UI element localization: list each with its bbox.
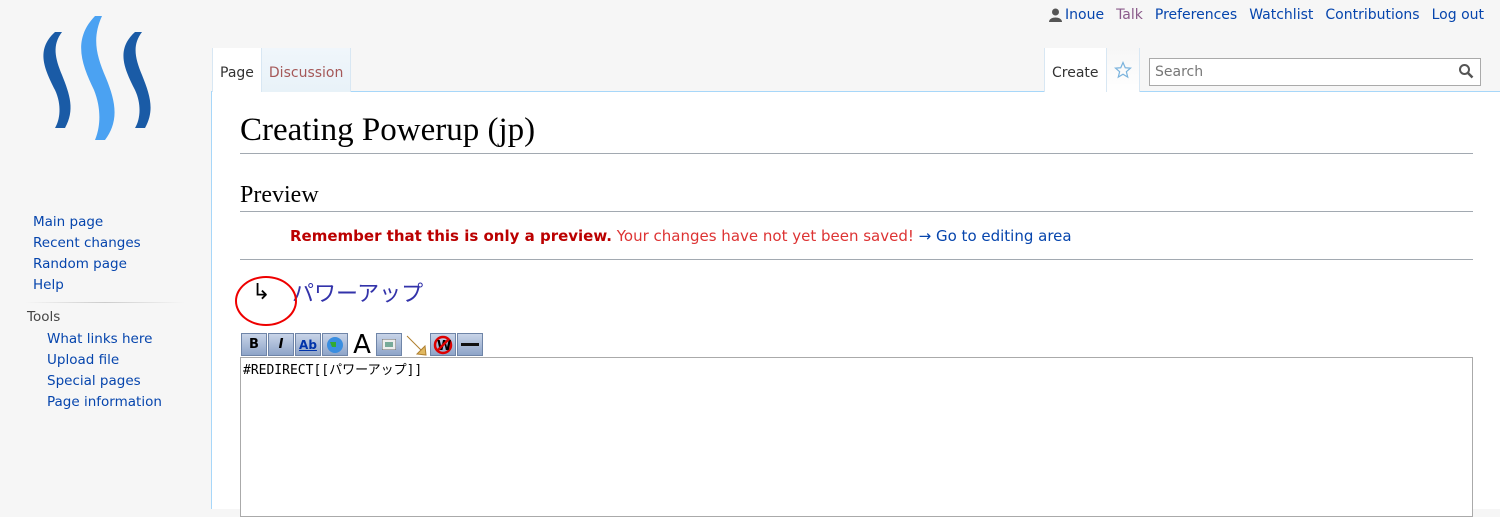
globe-icon: [327, 336, 343, 353]
preview-warning: Remember that this is only a preview. Yo…: [290, 227, 1072, 245]
namespace-tabs: Page Discussion: [212, 48, 352, 92]
svg-text:W: W: [437, 339, 451, 354]
horizontal-line-button[interactable]: [457, 333, 483, 356]
image-button[interactable]: [376, 333, 402, 356]
sidebar-item-special-pages[interactable]: Special pages: [0, 371, 205, 392]
tab-create[interactable]: Create: [1044, 48, 1106, 92]
redirect-target-link[interactable]: パワーアップ: [292, 276, 423, 308]
view-tabs: Create: [1044, 48, 1140, 92]
page-title: Creating Powerup (jp): [240, 112, 1473, 154]
site-logo[interactable]: [30, 10, 170, 150]
tab-discussion[interactable]: Discussion: [260, 48, 352, 92]
sidebar-item-random-page[interactable]: Random page: [0, 254, 205, 275]
sidebar: Main page Recent changes Random page Hel…: [0, 212, 205, 413]
headline-button[interactable]: A: [349, 330, 375, 360]
bold-button[interactable]: B: [241, 333, 267, 356]
external-link-button[interactable]: [322, 333, 348, 356]
sidebar-item-main-page[interactable]: Main page: [0, 212, 205, 233]
internal-link-button[interactable]: Ab: [295, 333, 321, 356]
contributions-link[interactable]: Contributions: [1325, 7, 1419, 23]
divider: [240, 259, 1473, 260]
edit-toolbar: B I Ab A W: [241, 330, 483, 360]
sidebar-item-page-information[interactable]: Page information: [0, 392, 205, 413]
sidebar-item-help[interactable]: Help: [0, 275, 205, 296]
sidebar-item-what-links-here[interactable]: What links here: [0, 329, 205, 350]
preferences-link[interactable]: Preferences: [1155, 7, 1237, 23]
divider: [25, 302, 185, 303]
media-button[interactable]: [403, 333, 429, 356]
sidebar-item-upload-file[interactable]: Upload file: [0, 350, 205, 371]
horn-icon: [406, 335, 427, 356]
preview-heading: Preview: [240, 182, 1473, 212]
logout-link[interactable]: Log out: [1432, 7, 1484, 23]
watchlist-link[interactable]: Watchlist: [1249, 7, 1313, 23]
edit-textarea[interactable]: #REDIRECT[[パワーアップ]]: [240, 357, 1473, 517]
annotation-circle: [235, 276, 297, 326]
tab-page[interactable]: Page: [212, 48, 261, 92]
no-wiki-icon: W: [433, 335, 453, 354]
talk-link[interactable]: Talk: [1116, 7, 1143, 23]
sidebar-item-recent-changes[interactable]: Recent changes: [0, 233, 205, 254]
image-icon: [382, 339, 396, 350]
search-icon[interactable]: [1458, 63, 1474, 79]
go-to-editing-link[interactable]: → Go to editing area: [919, 227, 1072, 245]
search-input[interactable]: Search: [1149, 58, 1481, 86]
user-icon: [1049, 8, 1062, 22]
italic-button[interactable]: I: [268, 333, 294, 356]
nowiki-button[interactable]: W: [430, 333, 456, 356]
user-link[interactable]: Inoue: [1049, 7, 1104, 23]
watch-star-icon[interactable]: [1105, 48, 1140, 92]
line-icon: [461, 343, 479, 346]
personal-tools: Inoue Talk Preferences Watchlist Contrib…: [1049, 7, 1484, 23]
tools-heading: Tools: [27, 309, 61, 325]
